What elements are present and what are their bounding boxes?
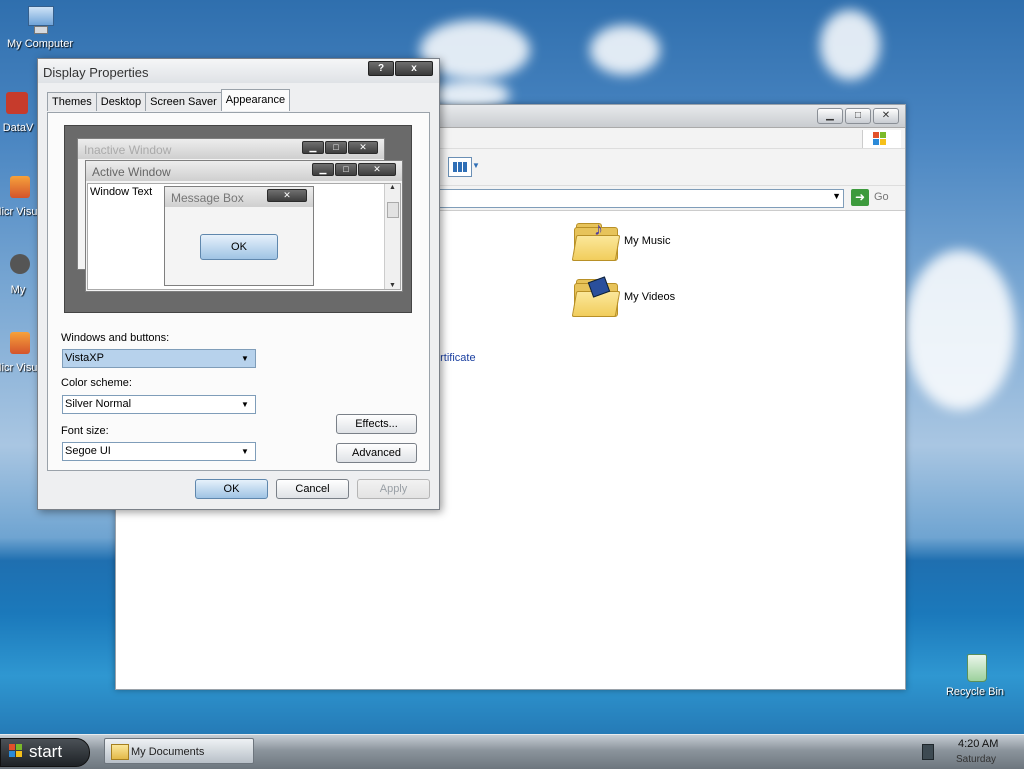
desktop-icon-label: My Computer bbox=[6, 38, 74, 50]
folder-my-videos[interactable]: My Videos bbox=[571, 276, 676, 317]
video-folder-icon bbox=[571, 276, 621, 317]
desktop-icon-label: Recycle Bin bbox=[945, 686, 1005, 698]
font-size-value: Segoe UI bbox=[65, 445, 111, 457]
preview-message-buttons: ✕ bbox=[267, 189, 307, 202]
apply-button[interactable]: Apply bbox=[357, 479, 430, 499]
effects-button[interactable]: Effects... bbox=[336, 414, 417, 434]
start-button[interactable]: start bbox=[0, 738, 90, 767]
folder-label: My Videos bbox=[624, 291, 676, 303]
maximize-button[interactable]: □ bbox=[845, 108, 871, 124]
clock-day: Saturday bbox=[956, 754, 997, 765]
chevron-down-icon[interactable]: ▼ bbox=[472, 161, 480, 170]
scroll-thumb bbox=[387, 202, 399, 218]
windows-buttons-label: Windows and buttons: bbox=[61, 332, 170, 344]
color-scheme-label: Color scheme: bbox=[61, 377, 132, 389]
preview-window-text: Window Text bbox=[90, 186, 153, 198]
windows-buttons-select[interactable]: VistaXP ▼ bbox=[62, 349, 256, 368]
visual-studio-icon bbox=[2, 328, 34, 360]
start-label: start bbox=[29, 742, 63, 761]
desktop-icon-recycle-bin[interactable]: Recycle Bin bbox=[935, 652, 1015, 698]
windows-buttons-value: VistaXP bbox=[65, 352, 104, 364]
system-tray: 4:20 AM Saturday bbox=[914, 735, 1024, 769]
display-properties-dialog[interactable]: Display Properties ? x Themes Desktop Sc… bbox=[37, 58, 440, 510]
preview-inactive-buttons: ▁ □ ✕ bbox=[302, 141, 378, 154]
minimize-button[interactable]: ▁ bbox=[817, 108, 843, 124]
color-scheme-value: Silver Normal bbox=[65, 398, 132, 410]
color-scheme-select[interactable]: Silver Normal ▼ bbox=[62, 395, 256, 414]
preview-scrollbar: ▲ ▼ bbox=[384, 184, 400, 289]
go-label[interactable]: Go bbox=[874, 191, 889, 203]
task-label: My Documents bbox=[131, 746, 205, 758]
preview-ok-button: OK bbox=[200, 234, 278, 260]
tab-strip: Themes Desktop Screen Saver Appearance bbox=[47, 89, 291, 111]
folder-label: My Music bbox=[624, 235, 671, 247]
chevron-down-icon: ▼ bbox=[241, 354, 249, 363]
cancel-button[interactable]: Cancel bbox=[276, 479, 349, 499]
desktop-icon-my-computer[interactable]: My Computer bbox=[0, 4, 80, 50]
chevron-down-icon[interactable]: ▼ bbox=[832, 191, 841, 201]
tab-screen-saver[interactable]: Screen Saver bbox=[145, 92, 222, 111]
scroll-up-icon: ▲ bbox=[389, 184, 396, 191]
recycle-bin-icon bbox=[959, 652, 991, 684]
windows-logo-icon bbox=[862, 130, 901, 148]
tab-themes[interactable]: Themes bbox=[47, 92, 97, 111]
dialog-title-buttons: ? x bbox=[368, 61, 433, 76]
scroll-down-icon: ▼ bbox=[389, 282, 396, 289]
folder-my-music[interactable]: ♪ My Music bbox=[571, 219, 671, 261]
taskbar: start My Documents 4:20 AM Saturday bbox=[0, 734, 1024, 769]
appearance-panel: Inactive Window ▁ □ ✕ Active Window ▁ □ ✕ Wi… bbox=[47, 112, 430, 471]
taskbar-item-my-documents[interactable]: My Documents bbox=[104, 738, 254, 764]
ok-button[interactable]: OK bbox=[195, 479, 268, 499]
dialog-titlebar[interactable]: Display Properties ? x bbox=[38, 59, 439, 83]
tab-desktop[interactable]: Desktop bbox=[95, 92, 147, 111]
address-input[interactable]: ▼ bbox=[434, 189, 844, 208]
cloud bbox=[590, 25, 660, 75]
dialog-close-button[interactable]: x bbox=[395, 61, 433, 76]
font-size-label: Font size: bbox=[61, 425, 109, 437]
cloud bbox=[905, 250, 1015, 410]
explorer-window-buttons: ▁ □ ✕ bbox=[817, 108, 899, 124]
font-size-select[interactable]: Segoe UI ▼ bbox=[62, 442, 256, 461]
visual-studio-icon bbox=[2, 172, 34, 204]
shortcut-icon bbox=[2, 250, 34, 282]
clock-time[interactable]: 4:20 AM bbox=[958, 738, 998, 750]
folder-icon bbox=[111, 744, 129, 760]
cloud bbox=[820, 10, 880, 80]
music-folder-icon: ♪ bbox=[571, 219, 621, 261]
appearance-preview: Inactive Window ▁ □ ✕ Active Window ▁ □ ✕ Wi… bbox=[64, 125, 412, 313]
windows-logo-icon bbox=[9, 744, 23, 758]
go-arrow-icon[interactable]: ➜ bbox=[851, 189, 869, 206]
preview-active-buttons: ▁ □ ✕ bbox=[312, 163, 396, 176]
help-button[interactable]: ? bbox=[368, 61, 394, 76]
certificate-link[interactable]: ertificate bbox=[434, 352, 476, 364]
advanced-button[interactable]: Advanced bbox=[336, 443, 417, 463]
dialog-title: Display Properties bbox=[43, 65, 149, 80]
network-icon[interactable] bbox=[922, 744, 934, 760]
preview-message-box: Message Box ✕ OK bbox=[164, 186, 314, 286]
chevron-down-icon: ▼ bbox=[241, 447, 249, 456]
views-icon[interactable] bbox=[448, 157, 472, 177]
tab-appearance[interactable]: Appearance bbox=[220, 89, 291, 111]
computer-icon bbox=[24, 4, 56, 36]
chevron-down-icon: ▼ bbox=[241, 400, 249, 409]
close-button[interactable]: ✕ bbox=[873, 108, 899, 124]
shortcut-icon bbox=[2, 88, 34, 120]
